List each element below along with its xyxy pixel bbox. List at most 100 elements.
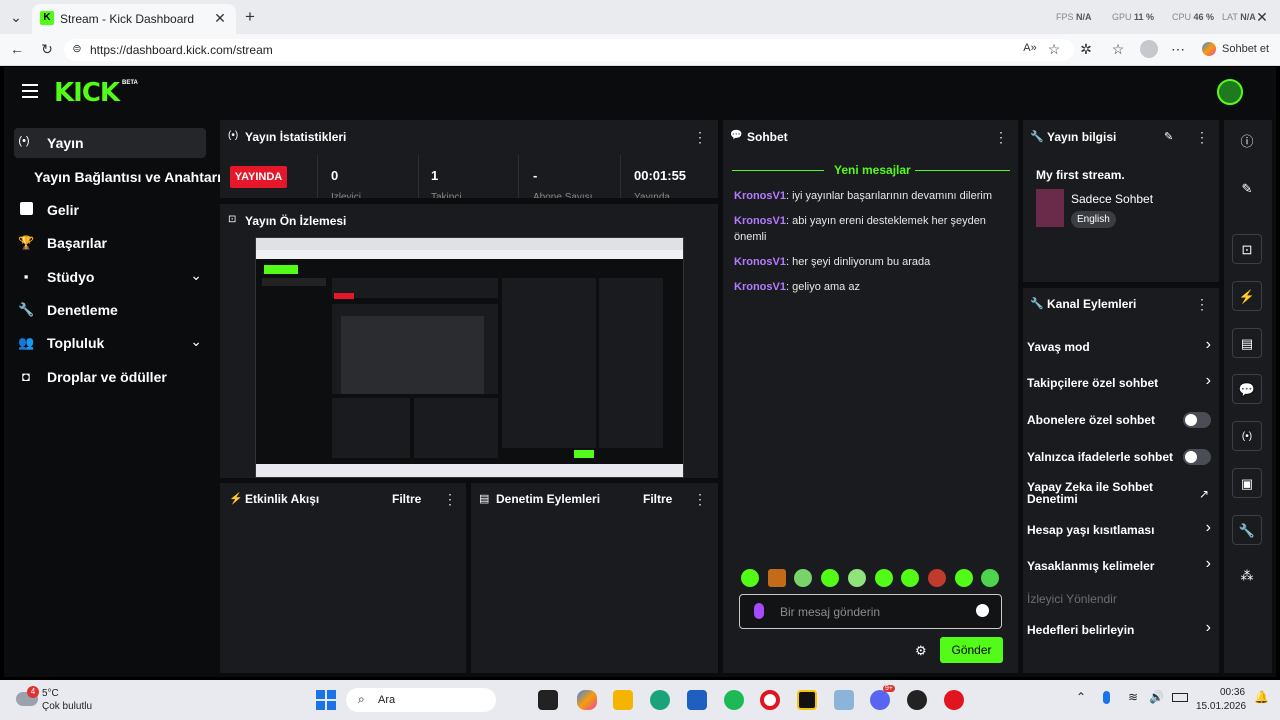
sidebar-item-denetleme[interactable]: 🔧 Denetleme [14,295,206,325]
action-banned-words[interactable]: Yasaklanmış kelimeler › [1027,555,1211,579]
spotify-icon[interactable] [724,690,744,710]
browser-tab-active[interactable]: K Stream - Kick Dashboard ✕ [32,4,236,34]
activity-kebab-icon[interactable]: ⋮ [443,491,457,508]
emote-icon[interactable] [768,569,786,587]
taskbar-search[interactable]: ⌕ Ara [346,688,496,712]
stats-toggle-icon[interactable]: (•) [1232,421,1262,451]
activity-filter-button[interactable]: Filtre [392,492,421,506]
discord-icon[interactable] [870,690,890,710]
edit-pencil-icon[interactable]: ✎ [1164,130,1173,143]
chat-username[interactable]: KronosV1 [734,190,786,202]
sidebar-item-stream-key[interactable]: Yayın Bağlantısı ve Anahtarı [14,162,221,192]
pencil-icon[interactable]: ✎ [1232,174,1262,204]
chat-toggle-icon[interactable]: 💬 [1232,374,1262,404]
apps-icon[interactable]: ⁂ [1232,561,1262,591]
read-aloud-icon[interactable]: A» [1022,42,1038,54]
user-avatar[interactable] [1217,79,1243,105]
chat-username[interactable]: KronosV1 [734,281,786,293]
edge-browser-icon[interactable] [650,690,670,710]
microphone-icon[interactable] [754,603,764,619]
action-account-age[interactable]: Hesap yaşı kısıtlaması › [1027,519,1211,543]
hamburger-menu-icon[interactable] [22,84,38,98]
close-tab-icon[interactable]: ✕ [212,10,228,27]
stream-preview-video[interactable] [255,237,684,478]
action-followers-only[interactable]: Takipçilere özel sohbet › [1027,372,1211,396]
emote-icon[interactable] [741,569,759,587]
subscribers-only-toggle[interactable] [1183,412,1211,428]
battery-icon[interactable] [1172,693,1188,702]
emote-icon[interactable] [928,569,946,587]
sidebar-item-studyo[interactable]: ▪ Stüdyo ⌄ [14,262,206,292]
new-tab-icon[interactable]: + [242,7,258,27]
url-text: https://dashboard.kick.com/stream [90,43,273,57]
wifi-icon[interactable]: ≋ [1128,690,1138,704]
channel-actions-toggle-icon[interactable]: 🔧 [1232,515,1262,545]
site-info-icon[interactable]: ⊜ [70,42,84,55]
favorites-icon[interactable]: ☆ [1110,41,1126,58]
chat-settings-gear-icon[interactable]: ⚙ [915,643,927,659]
sidebar-item-basarilar[interactable]: 🏆 Başarılar [14,228,206,258]
action-ai-moderation[interactable]: Yapay Zeka ile Sohbet Denetimi ↗ [1027,479,1211,509]
tray-overflow-icon[interactable]: ⌃ [1076,690,1086,704]
action-label: Yalnızca ifadelerle sohbet [1027,450,1174,464]
activity-toggle-icon[interactable]: ⚡ [1232,281,1262,311]
chat-input-box[interactable]: Bir mesaj gönderin [739,594,1002,629]
stream-info-toggle-icon[interactable]: ▣ [1232,468,1262,498]
info-icon[interactable]: ⓘ [1232,127,1262,157]
emote-icon[interactable] [848,569,866,587]
preview-toggle-icon[interactable]: ⊡ [1232,234,1262,264]
emote-icon[interactable] [981,569,999,587]
emote-icon[interactable] [955,569,973,587]
chevron-down-icon[interactable]: ⌄ [190,267,202,284]
copilot-button[interactable]: Sohbet et [1198,40,1274,60]
stream-info-kebab-icon[interactable]: ⋮ [1195,129,1209,146]
back-icon[interactable]: ← [8,41,26,57]
obs-icon[interactable] [907,690,927,710]
emote-icon[interactable] [875,569,893,587]
emote-icon[interactable] [794,569,812,587]
chat-username[interactable]: KronosV1 [734,256,786,268]
clock-date[interactable]: 15.01.2026 [1196,701,1246,712]
action-slow-mode[interactable]: Yavaş mod › [1027,336,1211,360]
chevron-down-icon[interactable]: ⌄ [190,333,202,350]
media-player-icon[interactable] [797,690,817,710]
app-icon[interactable] [944,690,964,710]
tab-list-icon[interactable]: ⌄ [8,9,24,26]
stats-kebab-icon[interactable]: ⋮ [693,129,707,146]
notification-bell-icon[interactable]: 🔔 [1254,690,1269,704]
file-explorer-icon[interactable] [613,690,633,710]
moderation-filter-button[interactable]: Filtre [643,492,672,506]
moderation-kebab-icon[interactable]: ⋮ [693,491,707,508]
volume-icon[interactable]: 🔊 [1149,690,1164,704]
copilot-taskbar-icon[interactable] [577,690,597,710]
action-set-goals[interactable]: Hedefleri belirleyin › [1027,619,1211,643]
profile-icon[interactable] [1140,40,1158,58]
windows-start-icon[interactable] [316,690,336,710]
emoji-picker-icon[interactable] [976,604,989,617]
emotes-only-toggle[interactable] [1183,449,1211,465]
reload-icon[interactable]: ↻ [38,41,56,58]
emote-icon[interactable] [821,569,839,587]
app-icon[interactable] [834,690,854,710]
emote-icon[interactable] [901,569,919,587]
chat-username[interactable]: KronosV1 [734,215,786,227]
kick-logo[interactable]: KICK BETA [54,78,138,108]
weather-widget[interactable]: 4 5°C Çok bulutlu [14,684,104,716]
chat-kebab-icon[interactable]: ⋮ [994,129,1008,146]
sidebar-item-droplar[interactable]: ◘ Droplar ve ödüller [14,362,206,392]
favorite-star-icon[interactable]: ☆ [1046,41,1062,58]
clock-time[interactable]: 00:36 [1220,687,1245,698]
microphone-tray-icon[interactable] [1103,691,1110,704]
sidebar-item-topluluk[interactable]: 👥 Topluluk ⌄ [14,328,206,358]
moderation-toggle-icon[interactable]: ▤ [1232,328,1262,358]
more-menu-icon[interactable]: ⋯ [1170,41,1186,58]
sidebar-item-yayin[interactable]: (•) Yayın [14,128,206,158]
store-icon[interactable] [687,690,707,710]
send-button[interactable]: Gönder [940,637,1003,663]
extensions-icon[interactable]: ✲ [1078,41,1094,58]
channel-actions-kebab-icon[interactable]: ⋮ [1195,296,1209,313]
task-view-icon[interactable] [538,690,558,710]
opera-icon[interactable] [760,690,780,710]
sidebar-item-gelir[interactable]: Gelir [14,195,206,225]
window-close-icon[interactable]: ✕ [1254,9,1270,26]
